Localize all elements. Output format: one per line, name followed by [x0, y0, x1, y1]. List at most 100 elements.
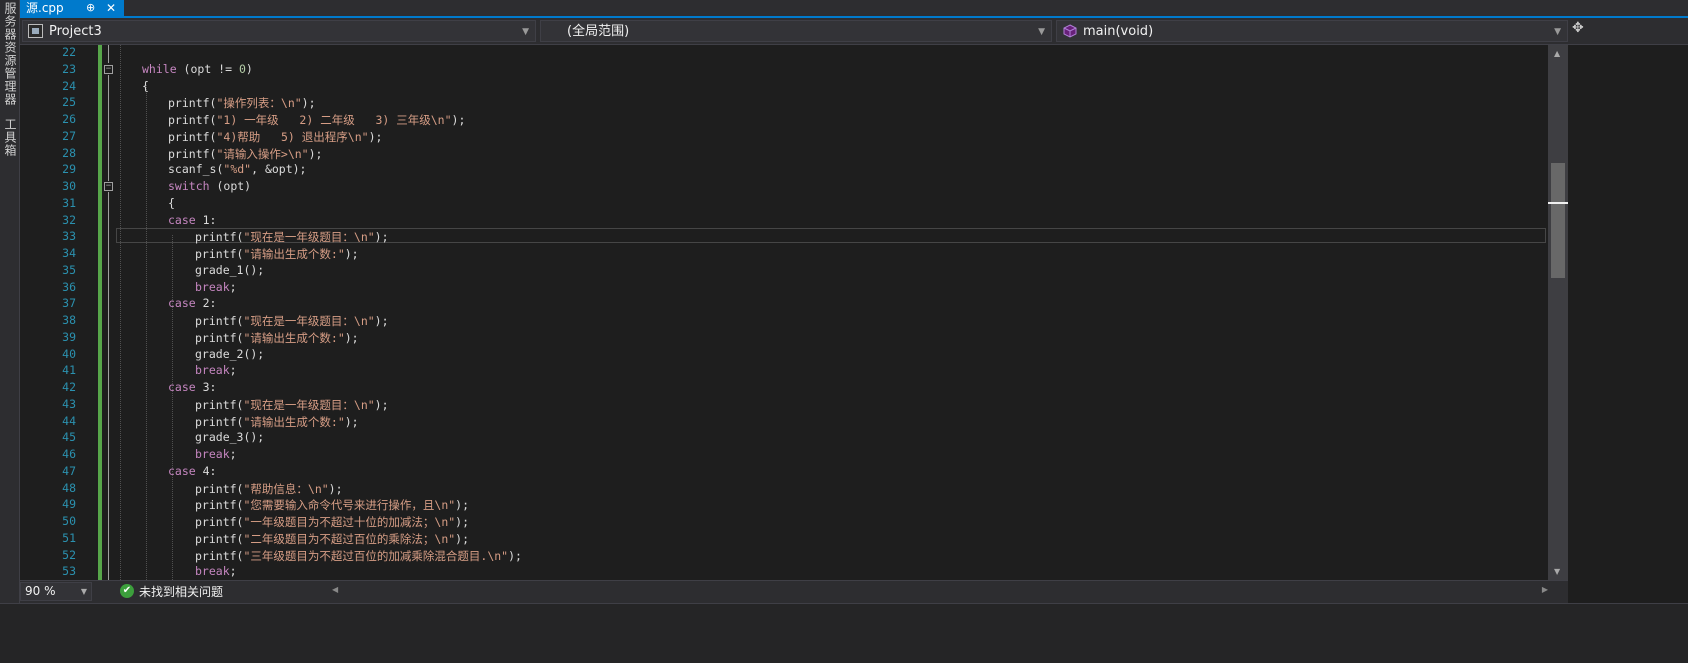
- code-text: );: [344, 331, 359, 345]
- line-number: 49: [62, 497, 76, 511]
- scope-dropdown[interactable]: (全局范围) ▼: [540, 20, 1052, 42]
- code-line: printf("三年级题目为不超过百位的加减乘除混合题目.\n");: [195, 548, 522, 564]
- scroll-down-icon[interactable]: ▼: [1554, 567, 1560, 576]
- vertical-scrollbar[interactable]: ▲ ▼: [1548, 45, 1568, 580]
- indent-guide: [146, 85, 147, 580]
- code-text: (opt): [209, 179, 252, 193]
- code-text: );: [328, 482, 343, 496]
- keyword: switch: [168, 179, 210, 193]
- line-number: 48: [62, 481, 76, 495]
- zoom-level: 90 %: [25, 584, 56, 598]
- line-number: 50: [62, 514, 76, 528]
- code-line: printf("4)帮助 5) 退出程序\n");: [168, 129, 382, 145]
- code-line: grade_3();: [195, 430, 265, 444]
- function-call: scanf_s(: [168, 162, 224, 176]
- code-text: (opt !=: [176, 62, 239, 76]
- keyword: break: [195, 280, 230, 294]
- code-text: );: [374, 230, 389, 244]
- project-dropdown[interactable]: Project3 ▼: [22, 20, 536, 42]
- function-call: printf(: [195, 398, 244, 412]
- code-text: );: [308, 147, 323, 161]
- code-line: printf("请输出生成个数:");: [195, 414, 359, 430]
- tab-source-cpp[interactable]: 源.cpp ⊕ ✕: [20, 0, 124, 16]
- member-name: main(void): [1083, 24, 1154, 39]
- function-call: printf(: [195, 415, 244, 429]
- line-number: 37: [62, 296, 76, 310]
- code-line: printf("二年级题目为不超过百位的乘除法；\n");: [195, 531, 469, 547]
- function-call: printf(: [168, 147, 217, 161]
- line-number: 23: [62, 62, 76, 76]
- keyword: break: [195, 564, 230, 578]
- code-text: );: [455, 532, 470, 546]
- line-number: 40: [62, 347, 76, 361]
- code-text: ;: [229, 280, 237, 294]
- server-explorer-tab[interactable]: 服务器资源管理器: [2, 2, 19, 106]
- line-number: 47: [62, 464, 76, 478]
- string-literal: "%d": [223, 162, 252, 176]
- function-call: printf(: [195, 230, 244, 244]
- horizontal-scrollbar[interactable]: ◀ ▶: [328, 585, 1552, 599]
- code-line: printf("帮助信息：\n");: [195, 481, 343, 497]
- function-call: printf(: [168, 113, 217, 127]
- string-literal: "三年级题目为不超过百位的加减乘除混合题目.\n": [243, 549, 509, 563]
- function-call: printf(: [195, 247, 244, 261]
- member-dropdown[interactable]: main(void) ▼: [1056, 20, 1568, 42]
- string-literal: "一年级题目为不超过十位的加减法；\n": [243, 515, 456, 529]
- code-text: , &opt);: [251, 162, 307, 176]
- project-icon: [28, 24, 43, 38]
- split-icon[interactable]: ✥: [1572, 20, 1584, 36]
- chevron-down-icon: ▼: [1038, 27, 1045, 37]
- code-text: );: [344, 415, 359, 429]
- scroll-left-icon[interactable]: ◀: [332, 585, 338, 594]
- code-text: );: [508, 549, 522, 563]
- function-call: printf(: [195, 314, 244, 328]
- string-literal: "1) 一年级 2) 二年级 3) 三年级\n": [216, 113, 452, 127]
- keyword: case: [168, 464, 196, 478]
- code-line: {: [168, 196, 175, 210]
- function-call: printf(: [195, 515, 244, 529]
- tab-label: 源.cpp: [26, 1, 64, 15]
- close-icon[interactable]: ✕: [106, 0, 116, 16]
- keyword: break: [195, 363, 230, 377]
- right-margin-area: [1568, 45, 1688, 603]
- collapse-icon[interactable]: −: [104, 182, 113, 191]
- keyword: case: [168, 213, 196, 227]
- line-number: 38: [62, 313, 76, 327]
- code-text: );: [301, 96, 316, 110]
- collapse-icon[interactable]: −: [104, 65, 113, 74]
- code-line: printf("您需要输入命令代号来进行操作，且\n");: [195, 497, 469, 513]
- string-literal: "二年级题目为不超过百位的乘除法；\n": [243, 532, 456, 546]
- code-line: grade_2();: [195, 347, 265, 361]
- scroll-thumb[interactable]: [1551, 163, 1565, 278]
- chevron-down-icon: ▼: [80, 587, 87, 596]
- function-call: printf(: [195, 549, 244, 563]
- string-literal: "现在是一年级题目：\n": [243, 398, 375, 412]
- pin-icon[interactable]: ⊕: [86, 0, 95, 16]
- keyword: while: [142, 62, 177, 76]
- zoom-dropdown[interactable]: 90 % ▼: [20, 582, 92, 601]
- code-text: 2:: [195, 296, 217, 310]
- fold-line: [108, 75, 109, 181]
- string-literal: "现在是一年级题目：\n": [243, 314, 375, 328]
- function-call: printf(: [195, 482, 244, 496]
- keyword: case: [168, 380, 196, 394]
- scroll-up-icon[interactable]: ▲: [1554, 49, 1560, 58]
- line-number: 41: [62, 363, 76, 377]
- project-name: Project3: [49, 24, 102, 39]
- scroll-right-icon[interactable]: ▶: [1542, 585, 1548, 594]
- issues-status[interactable]: 未找到相关问题: [139, 583, 223, 600]
- function-cube-icon: [1063, 24, 1077, 38]
- left-tool-strip: 服务器资源管理器 工具箱: [0, 0, 20, 662]
- function-call: printf(: [168, 96, 217, 110]
- line-number: 31: [62, 196, 76, 210]
- keyword: case: [168, 296, 196, 310]
- code-text: ;: [229, 564, 237, 578]
- indent-guide: [120, 45, 121, 580]
- code-editor[interactable]: 22 23 24 25 26 27 28 29 30 31 32 33 34 3…: [20, 45, 1548, 580]
- toolbox-tab[interactable]: 工具箱: [2, 118, 19, 157]
- code-line: while (opt != 0): [142, 62, 253, 76]
- line-number: 45: [62, 430, 76, 444]
- code-line: case 1:: [168, 213, 216, 227]
- code-line: {: [142, 79, 149, 93]
- code-line: printf("操作列表：\n");: [168, 95, 316, 111]
